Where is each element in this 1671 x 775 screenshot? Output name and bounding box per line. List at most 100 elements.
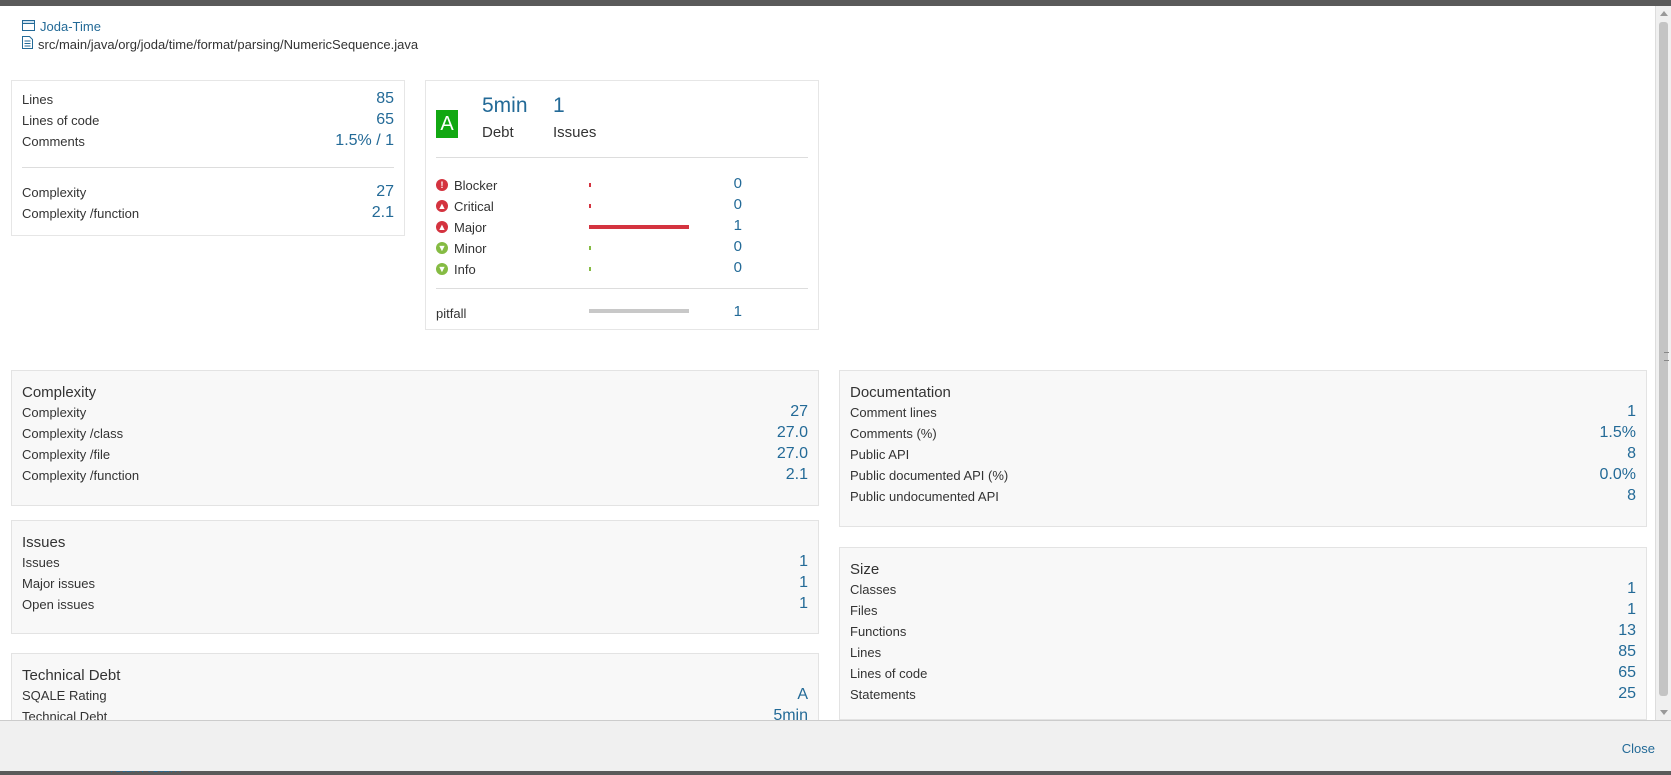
metric-row: Open issues 1 xyxy=(22,594,808,614)
tag-pitfall-label[interactable]: pitfall xyxy=(436,304,466,322)
issues-panel: Issues Issues 1 Major issues 1 Open issues 1 xyxy=(11,520,819,634)
panel-title: Documentation xyxy=(850,384,951,401)
metric-label: Lines xyxy=(22,91,54,107)
size-panel: Size Classes 1 Files 1 Functions 13 Lines 85 Lin… xyxy=(839,547,1647,720)
severity-blocker-count[interactable]: 0 xyxy=(722,175,742,192)
breadcrumb-project[interactable]: Joda-Time xyxy=(22,19,101,34)
metric-value[interactable]: 1 xyxy=(1627,580,1636,598)
modal-body: Joda-Time src/main/java/org/joda/time/fo… xyxy=(0,6,1655,720)
metric-row: Public API 8 xyxy=(850,444,1636,464)
metric-value[interactable]: 1.5% xyxy=(1600,424,1636,442)
metric-value[interactable]: 0.0% xyxy=(1600,466,1636,484)
metric-label: Major issues xyxy=(22,575,95,591)
metric-row: Lines 85 xyxy=(850,642,1636,662)
overview-comments-row: Comments 1.5% / 1 xyxy=(22,131,394,151)
metric-value[interactable]: 1 xyxy=(1627,403,1636,421)
severity-critical-count[interactable]: 0 xyxy=(722,196,742,213)
file-path: src/main/java/org/joda/time/format/parsi… xyxy=(38,36,419,52)
scroll-down-arrow-icon[interactable] xyxy=(1660,710,1668,715)
severity-minor[interactable]: ▼ Minor xyxy=(436,239,487,257)
metric-label: Comment lines xyxy=(850,404,937,420)
close-button[interactable]: Close xyxy=(1622,741,1655,756)
scrollbar-thumb[interactable] xyxy=(1659,22,1669,696)
divider xyxy=(436,157,808,158)
divider xyxy=(22,167,394,168)
panel-title: Issues xyxy=(22,534,66,551)
debt-label: Debt xyxy=(482,124,514,141)
tag-pitfall-count[interactable]: 1 xyxy=(722,303,742,320)
metric-value[interactable]: 85 xyxy=(1618,643,1636,661)
severity-major-count[interactable]: 1 xyxy=(722,217,742,234)
metric-row: Complexity /file 27.0 xyxy=(22,444,808,464)
severity-info[interactable]: ▼ Info xyxy=(436,260,476,278)
project-icon xyxy=(22,19,35,34)
metric-value[interactable]: 1 xyxy=(799,595,808,613)
severity-info-count[interactable]: 0 xyxy=(722,259,742,276)
panel-title: Technical Debt xyxy=(22,667,121,684)
breadcrumb-file: src/main/java/org/joda/time/format/parsi… xyxy=(22,36,418,52)
metric-row: Issues 1 xyxy=(22,552,808,572)
scroll-up-arrow-icon[interactable] xyxy=(1660,11,1668,16)
metric-value[interactable]: 27 xyxy=(790,403,808,421)
metric-label: Technical Debt xyxy=(22,708,108,721)
metric-value[interactable]: 13 xyxy=(1618,622,1636,640)
metric-label: Complexity xyxy=(22,404,87,420)
project-name[interactable]: Joda-Time xyxy=(40,19,101,34)
severity-major[interactable]: ▲ Major xyxy=(436,218,487,236)
metric-value[interactable]: 27.0 xyxy=(777,445,808,463)
metric-value[interactable]: 85 xyxy=(376,90,394,108)
modal-footer: Close xyxy=(0,720,1671,771)
metric-label: Public documented API (%) xyxy=(850,467,1009,483)
severity-blocker[interactable]: ! Blocker xyxy=(436,176,497,194)
severity-name[interactable]: Info xyxy=(454,262,476,277)
metric-row: Complexity /function 2.1 xyxy=(22,465,808,485)
metric-value[interactable]: 8 xyxy=(1627,487,1636,505)
overview-lines-row: Lines 85 xyxy=(22,89,394,109)
severity-minor-bar xyxy=(589,246,591,250)
grip-icon xyxy=(1664,352,1669,361)
metric-row: Classes 1 xyxy=(850,579,1636,599)
severity-minor-icon: ▼ xyxy=(436,242,448,254)
technical-debt-panel: Technical Debt SQALE Rating A Technical De… xyxy=(11,653,819,720)
sqale-rating-badge[interactable]: A xyxy=(436,110,458,138)
metric-value[interactable]: 25 xyxy=(1618,685,1636,703)
overview-card: Lines 85 Lines of code 65 Comments 1.5% … xyxy=(11,80,405,236)
overview-complexity-fn-row: Complexity /function 2.1 xyxy=(22,203,394,223)
metric-label: Comments (%) xyxy=(850,425,937,441)
metric-value[interactable]: 27 xyxy=(376,183,394,201)
severity-name[interactable]: Blocker xyxy=(454,178,497,193)
metric-value[interactable]: 2.1 xyxy=(786,466,808,484)
metric-value[interactable]: 65 xyxy=(1618,664,1636,682)
metric-label: Public API xyxy=(850,446,910,462)
metric-row: Statements 25 xyxy=(850,684,1636,704)
severity-name[interactable]: Major xyxy=(454,220,487,235)
severity-major-icon: ▲ xyxy=(436,221,448,233)
severity-minor-count[interactable]: 0 xyxy=(722,238,742,255)
metric-value[interactable]: 27.0 xyxy=(777,424,808,442)
metric-row: Lines of code 65 xyxy=(850,663,1636,683)
panel-title: Complexity xyxy=(22,384,97,401)
metric-value[interactable]: 5min xyxy=(773,707,808,720)
metric-value[interactable]: 1 xyxy=(799,553,808,571)
metric-value[interactable]: 1.5% / 1 xyxy=(335,132,394,150)
severity-critical[interactable]: ▲ Critical xyxy=(436,197,494,215)
vertical-scrollbar[interactable] xyxy=(1655,6,1671,720)
metric-value[interactable]: A xyxy=(797,686,808,704)
metric-value[interactable]: 2.1 xyxy=(372,204,394,222)
tag-name[interactable]: pitfall xyxy=(436,306,466,321)
severity-name[interactable]: Minor xyxy=(454,241,487,256)
metric-value[interactable]: 1 xyxy=(799,574,808,592)
severity-blocker-bar xyxy=(589,183,591,187)
divider xyxy=(436,288,808,289)
issues-value[interactable]: 1 xyxy=(553,94,565,118)
metric-value[interactable]: 65 xyxy=(376,111,394,129)
metric-row: Major issues 1 xyxy=(22,573,808,593)
debt-value[interactable]: 5min xyxy=(482,94,528,118)
severity-blocker-icon: ! xyxy=(436,179,448,191)
metric-value[interactable]: 8 xyxy=(1627,445,1636,463)
measures-modal: Joda-Time src/main/java/org/joda/time/fo… xyxy=(0,6,1671,771)
metric-value[interactable]: 1 xyxy=(1627,601,1636,619)
severity-name[interactable]: Critical xyxy=(454,199,494,214)
metric-label: Issues xyxy=(22,554,60,570)
metric-label: Statements xyxy=(850,686,916,702)
